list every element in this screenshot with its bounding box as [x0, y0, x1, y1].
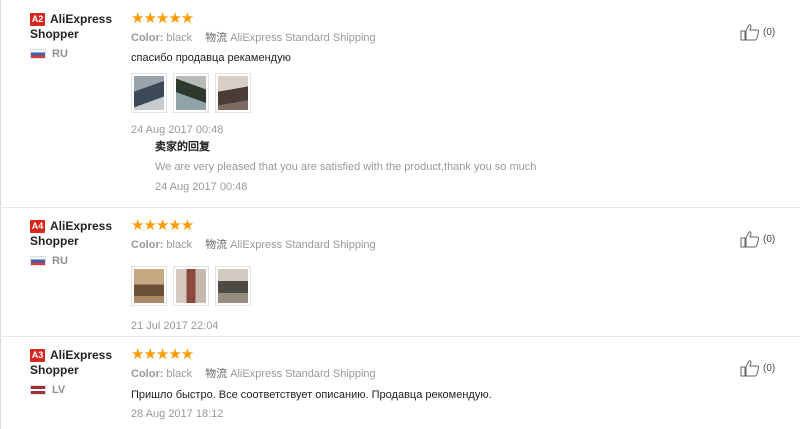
buyer-level-badge: A3 [30, 349, 45, 362]
star-rating: ★★★★★ [131, 346, 194, 363]
buyer-level-badge: A4 [30, 220, 45, 233]
review-body: ★★★★★ Color: black 物流 AliExpress Standard … [131, 10, 691, 137]
reviewer-country: LV [30, 384, 126, 396]
thumbs-up-icon [740, 231, 760, 248]
review-item: A4 AliExpress Shopper RU ★★★★★ Color: blac… [0, 217, 800, 334]
helpful-count: (0) [763, 27, 776, 38]
review-attributes: Color: black 物流 AliExpress Standard Shippi… [131, 239, 376, 251]
review-date: 21 Jul 2017 22:04 [131, 320, 219, 332]
seller-reply: 卖家的回复 We are very pleased that you are s… [155, 140, 655, 194]
helpful-count: (0) [763, 234, 776, 245]
star-rating: ★★★★★ [131, 10, 194, 27]
seller-reply-title: 卖家的回复 [155, 141, 210, 153]
reviewer-info: A2 AliExpress Shopper RU [30, 12, 126, 60]
reviewer-name: A3 AliExpress Shopper [30, 348, 113, 377]
review-photos [131, 73, 691, 113]
review-body: ★★★★★ Color: black 物流 AliExpress Standard … [131, 217, 691, 333]
review-body: ★★★★★ Color: black 物流 AliExpress Standard … [131, 346, 691, 421]
review-photos [131, 266, 691, 306]
star-rating: ★★★★★ [131, 217, 194, 234]
reviewer-info: A3 AliExpress Shopper LV [30, 348, 126, 396]
reviewer-info: A4 AliExpress Shopper RU [30, 219, 126, 267]
review-text: Пришло быстро. Все соответствует описани… [131, 389, 492, 401]
thumbs-up-icon [740, 360, 760, 377]
review-item: A2 AliExpress Shopper RU ★★★★★ Color: blac… [0, 10, 800, 202]
review-photo-thumb[interactable] [215, 266, 251, 306]
helpful-button[interactable]: (0) [740, 231, 775, 248]
flag-icon [30, 49, 46, 59]
review-attributes: Color: black 物流 AliExpress Standard Shippi… [131, 368, 376, 380]
helpful-button[interactable]: (0) [740, 360, 775, 377]
review-divider [0, 336, 800, 337]
buyer-level-badge: A2 [30, 13, 45, 26]
thumbs-up-icon [740, 24, 760, 41]
review-photo-thumb[interactable] [173, 73, 209, 113]
flag-icon [30, 385, 46, 395]
seller-reply-date: 24 Aug 2017 00:48 [155, 181, 248, 193]
reviewer-country: RU [30, 48, 126, 60]
review-attributes: Color: black 物流 AliExpress Standard Shippi… [131, 32, 376, 44]
reviewer-name: A2 AliExpress Shopper [30, 12, 113, 41]
review-photo-thumb[interactable] [173, 266, 209, 306]
flag-icon [30, 256, 46, 266]
helpful-button[interactable]: (0) [740, 24, 775, 41]
review-item: A3 AliExpress Shopper LV ★★★★★ Color: blac… [0, 346, 800, 429]
helpful-count: (0) [763, 363, 776, 374]
review-text: спасибо продавца рекамендую [131, 52, 291, 64]
review-date: 24 Aug 2017 00:48 [131, 124, 224, 136]
review-photo-thumb[interactable] [131, 266, 167, 306]
review-date: 28 Aug 2017 18:12 [131, 408, 224, 420]
reviewer-name: A4 AliExpress Shopper [30, 219, 113, 248]
review-photo-thumb[interactable] [131, 73, 167, 113]
seller-reply-text: We are very pleased that you are satisfi… [155, 161, 537, 173]
reviewer-country: RU [30, 255, 126, 267]
review-photo-thumb[interactable] [215, 73, 251, 113]
review-divider [0, 207, 800, 208]
